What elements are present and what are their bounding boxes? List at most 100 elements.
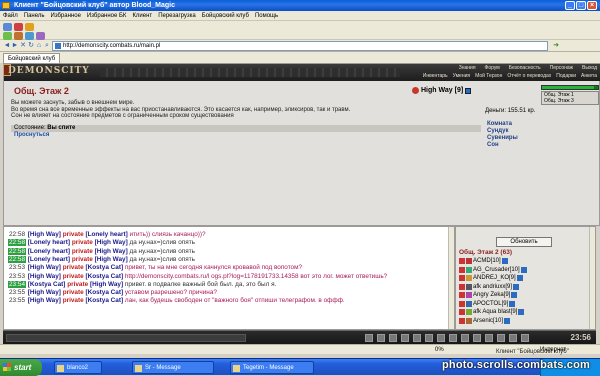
private-icon[interactable] [459, 300, 465, 307]
chat-sender[interactable]: [High Way] [28, 231, 61, 238]
floor-link-3[interactable]: Общ. Этаж 3 [544, 98, 598, 104]
speed-icon[interactable] [413, 334, 421, 342]
menu-favorites-bk[interactable]: Избранное БК [87, 11, 127, 20]
link-sleep[interactable]: Сон [487, 142, 518, 149]
online-user[interactable]: Arsenic[10] [459, 317, 511, 324]
chat-sender[interactable]: [Lonely heart] [28, 239, 70, 246]
online-user[interactable]: afk andriuxx[9] [459, 283, 520, 290]
private-icon[interactable] [459, 283, 465, 290]
online-user-name[interactable]: Angry Zeka[9] [473, 292, 510, 298]
refresh-icon[interactable] [3, 32, 12, 40]
online-user-name[interactable]: AG_Crusader[10] [473, 267, 520, 273]
menu-reload[interactable]: Перезагрузка [158, 11, 196, 20]
menu-help[interactable]: Помощь [255, 11, 278, 20]
start-button[interactable]: start [0, 359, 42, 376]
private-icon[interactable] [459, 266, 465, 273]
chat-recipient[interactable]: [Kostya Cat] [85, 273, 123, 280]
private-icon[interactable] [459, 309, 465, 315]
flag-icon[interactable] [485, 334, 493, 342]
online-user[interactable]: ANDREJ_KO[9] [459, 275, 523, 281]
star-icon[interactable] [25, 23, 34, 31]
scroll-icon[interactable] [36, 32, 45, 40]
nav-knowledge[interactable]: Знания [459, 65, 476, 71]
chat-recipient[interactable]: [Kostya Cat] [85, 289, 123, 296]
online-user-name[interactable]: ACMD[10] [473, 258, 501, 264]
chat-input[interactable] [6, 334, 246, 342]
task-button[interactable]: Tegetim - Message [230, 361, 314, 374]
mail-icon[interactable] [449, 334, 457, 342]
chat-sender[interactable]: [High Way] [28, 289, 61, 296]
nav-skills[interactable]: Умения [453, 73, 470, 79]
nav-security[interactable]: Безопасность [509, 65, 541, 71]
nav-transfers[interactable]: Отчёт о переводах [507, 73, 551, 79]
forward-icon[interactable]: ► [11, 42, 19, 50]
home-page-icon[interactable]: ⌂ [35, 42, 43, 50]
tab-fight-club[interactable]: Бойцовский клуб [3, 53, 61, 63]
chat-scrollbar[interactable] [448, 227, 454, 329]
chat-recipient[interactable]: [High Way] [95, 248, 128, 255]
go-icon[interactable]: ➜ [552, 42, 560, 50]
chat-recipient[interactable]: [Lonely heart] [85, 231, 127, 238]
stop-icon[interactable]: ✕ [19, 42, 27, 50]
info-icon[interactable] [520, 266, 527, 273]
info-icon[interactable] [518, 309, 525, 315]
private-icon[interactable] [459, 258, 465, 264]
info-icon[interactable] [513, 283, 520, 290]
private-icon[interactable] [459, 317, 465, 324]
close-button[interactable]: × [587, 1, 597, 10]
nav-character[interactable]: Персонаж [550, 65, 573, 71]
chat-sender[interactable]: [Lonely heart] [28, 256, 70, 263]
home-icon[interactable] [3, 23, 12, 31]
nav-gifts[interactable]: Подарки [556, 73, 576, 79]
wake-up-link[interactable]: Проснуться [11, 132, 481, 139]
url-input[interactable]: http://demonscity.combats.ru/main.pl [52, 41, 548, 51]
chat-sender[interactable]: [High Way] [28, 297, 61, 304]
link-souvenirs[interactable]: Сувениры [487, 135, 518, 142]
menu-client[interactable]: Клиент [132, 11, 152, 20]
online-user-name[interactable]: afk Aqua blast[9] [473, 309, 517, 315]
nav-inventory[interactable]: Инвентарь [423, 73, 448, 79]
gear-icon[interactable] [521, 334, 529, 342]
online-scrollbar[interactable] [589, 227, 595, 329]
task-button[interactable]: Sr - Message [132, 361, 214, 374]
refresh-online-button[interactable]: Обновить [496, 237, 552, 247]
online-user[interactable]: afk Aqua blast[9] [459, 309, 525, 315]
private-icon[interactable] [459, 275, 465, 281]
online-user-name[interactable]: afk andriuxx[9] [473, 284, 512, 290]
minimize-button[interactable]: _ [565, 1, 575, 10]
globe-icon[interactable] [25, 32, 34, 40]
info-icon[interactable] [465, 87, 472, 94]
info-icon[interactable] [501, 258, 508, 264]
menu-file[interactable]: Файл [3, 11, 18, 20]
search-icon[interactable]: ⌕ [43, 42, 51, 50]
online-user[interactable]: AG_Crusader[10] [459, 266, 527, 273]
shield-icon[interactable] [437, 334, 445, 342]
chat-recipient[interactable]: [High Way] [95, 256, 128, 263]
private-icon[interactable] [459, 292, 465, 298]
clear-icon[interactable] [389, 334, 397, 342]
chat-sender[interactable]: [High Way] [28, 264, 61, 271]
sword-icon[interactable] [461, 334, 469, 342]
map-icon[interactable] [497, 334, 505, 342]
maximize-button[interactable]: □ [576, 1, 586, 10]
chat-sender[interactable]: [High Way] [28, 273, 61, 280]
info-icon[interactable] [511, 292, 518, 298]
link-chest[interactable]: Сундук [487, 128, 518, 135]
nav-forum[interactable]: Форум [485, 65, 500, 71]
info-icon[interactable] [504, 317, 511, 324]
online-user[interactable]: Angry Zeka[9] [459, 292, 518, 298]
online-user-name[interactable]: APOCTOL[9] [473, 301, 508, 307]
heart-icon[interactable] [14, 23, 23, 31]
filter-icon[interactable] [377, 334, 385, 342]
chat-sender[interactable]: [Lonely heart] [28, 248, 70, 255]
info-icon[interactable] [516, 275, 523, 281]
menu-fight-club[interactable]: Бойцовский клуб [202, 11, 249, 20]
online-user[interactable]: ACMD[10] [459, 258, 508, 264]
tool-icon[interactable] [425, 334, 433, 342]
smile-icon[interactable] [365, 334, 373, 342]
chat-sender[interactable]: [Kostya Cat] [28, 281, 66, 288]
bag-icon[interactable] [14, 32, 23, 40]
task-button[interactable]: blanco2 [54, 361, 102, 374]
user-name[interactable]: High Way [421, 87, 453, 94]
info-icon[interactable] [509, 300, 516, 307]
